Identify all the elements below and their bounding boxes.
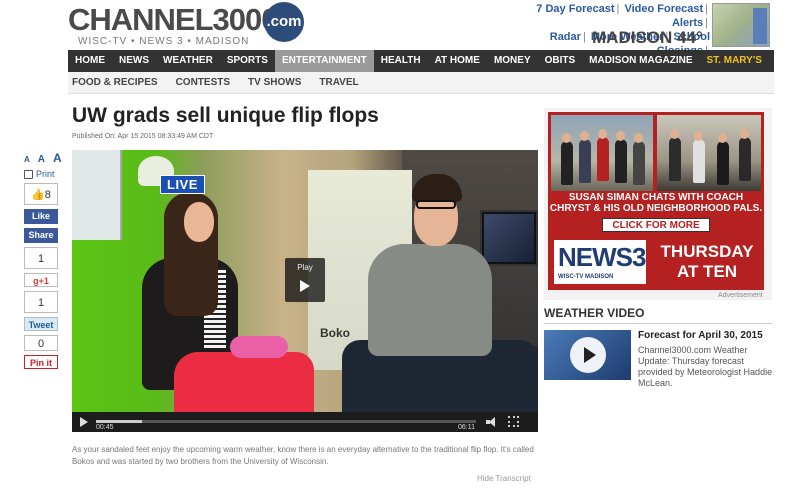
logo-com-badge: .com [264,2,304,42]
hide-transcript-link[interactable]: Hide Transcript [477,474,531,483]
link-radar[interactable]: Radar [550,31,581,43]
control-play-icon[interactable] [80,417,88,427]
ad-caption: SUSAN SIMAN CHATS WITH COACH CHRYST & HI… [549,192,763,214]
video-play-button[interactable]: Play [285,258,325,302]
nav-item-home[interactable]: HOME [68,50,112,72]
ad-photo-coach [657,115,761,191]
video-progress-bar[interactable] [96,420,476,423]
play-icon [300,280,310,292]
video-banner-text: Boko [320,326,350,340]
share-rail: A A A Print 👍8 Like Share 1 g+1 1 Tweet … [24,151,64,369]
logo-tagline: WISC-TV • NEWS 3 • MADISON [78,36,250,47]
tweet-count: 1 [24,291,58,313]
nav-item-sports[interactable]: SPORTS [220,50,275,72]
volume-icon[interactable] [486,417,496,427]
ad-photo-group [551,115,653,191]
nav-item-health[interactable]: HEALTH [374,50,428,72]
printer-icon [24,169,33,179]
facebook-share-button[interactable]: Share [24,228,58,243]
video-player[interactable]: Boko LIVE Play 00:45 06:11 [72,150,538,432]
print-button[interactable]: Print [24,169,64,179]
nav-item-news[interactable]: NEWS [112,50,156,72]
share-count: 1 [24,247,58,269]
news3-logo: NEWS3 WISC-TV MADISON [554,240,646,284]
weather-video-summary: Channel3000.com Weather Update: Thursday… [638,345,773,388]
nav-item-money[interactable]: MONEY [487,50,538,72]
font-size-medium-button[interactable]: A [38,154,45,165]
nav-item-entertainment[interactable]: ENTERTAINMENT [274,50,374,72]
play-label: Play [297,263,313,272]
weather-map-thumbnail[interactable] [712,3,770,47]
fullscreen-icon[interactable] [508,416,519,427]
weather-video-play-icon [570,337,606,373]
link-video-forecast[interactable]: Video Forecast [624,3,703,15]
live-badge: LIVE [160,175,205,194]
video-total-time: 06:11 [458,424,475,431]
facebook-like-button[interactable]: Like [24,209,58,224]
print-label: Print [36,169,55,179]
site-header: CHANNEL3000 .com WISC-TV • NEWS 3 • MADI… [0,0,800,57]
pin-count: 0 [24,335,58,351]
link-7-day-forecast[interactable]: 7 Day Forecast [536,3,614,15]
published-date: Published On: Apr 15 2015 08:33:49 AM CD… [72,133,214,140]
font-size-small-button[interactable]: A [24,155,30,164]
subnav-item-travel[interactable]: TRAVEL [315,72,363,93]
news3-promo-ad[interactable]: SUSAN SIMAN CHATS WITH COACH CHRYST & HI… [548,112,764,290]
subnav-item-tv-shows[interactable]: TV SHOWS [244,72,306,93]
ad-airtime: THURSDAY AT TEN [660,242,754,281]
video-controls: 00:45 06:11 [72,412,538,432]
pinterest-button[interactable]: Pin it [24,355,58,369]
nav-item-weather[interactable]: WEATHER [156,50,220,72]
subnav-item-contests[interactable]: CONTESTS [172,72,235,93]
video-current-time: 00:45 [96,424,114,431]
video-progress-fill [96,420,142,423]
video-description: As your sandaled feet enjoy the upcoming… [72,445,534,466]
font-size-controls: A A A [24,151,64,165]
thumbs-up-icon: 👍 [31,189,45,201]
current-temperature[interactable]: MADISON 44° [592,28,703,48]
google-plus-button[interactable]: g+1 [24,273,58,287]
logo-text: CHANNEL3000 [68,2,279,37]
site-logo[interactable]: CHANNEL3000 .com WISC-TV • NEWS 3 • MADI… [68,2,308,48]
nav-item-at-home[interactable]: AT HOME [428,50,487,72]
subnav-item-food-recipes[interactable]: FOOD & RECIPES [68,72,163,93]
weather-video-headline[interactable]: Forecast for April 30, 2015 [638,330,763,341]
nav-item-st-marys[interactable]: ST. MARY'S [700,50,769,72]
like-count: 👍8 [24,183,58,205]
advertisement-label: Advertisement [718,292,763,299]
sidebar-ad-container: SUSAN SIMAN CHATS WITH COACH CHRYST & HI… [544,108,772,300]
tweet-button[interactable]: Tweet [24,317,58,331]
main-nav: HOME NEWS WEATHER SPORTS ENTERTAINMENT H… [68,50,774,72]
page-title: UW grads sell unique flip flops [72,104,379,127]
font-size-large-button[interactable]: A [53,151,62,165]
weather-video-thumbnail[interactable] [544,330,631,380]
nav-item-madison-magazine[interactable]: MADISON MAGAZINE [582,50,699,72]
ad-click-for-more-button[interactable]: CLICK FOR MORE [602,218,710,232]
weather-video-heading: WEATHER VIDEO [544,306,772,324]
nav-item-obits[interactable]: OBITS [538,50,583,72]
sub-nav: FOOD & RECIPES CONTESTS TV SHOWS TRAVEL [68,72,774,94]
